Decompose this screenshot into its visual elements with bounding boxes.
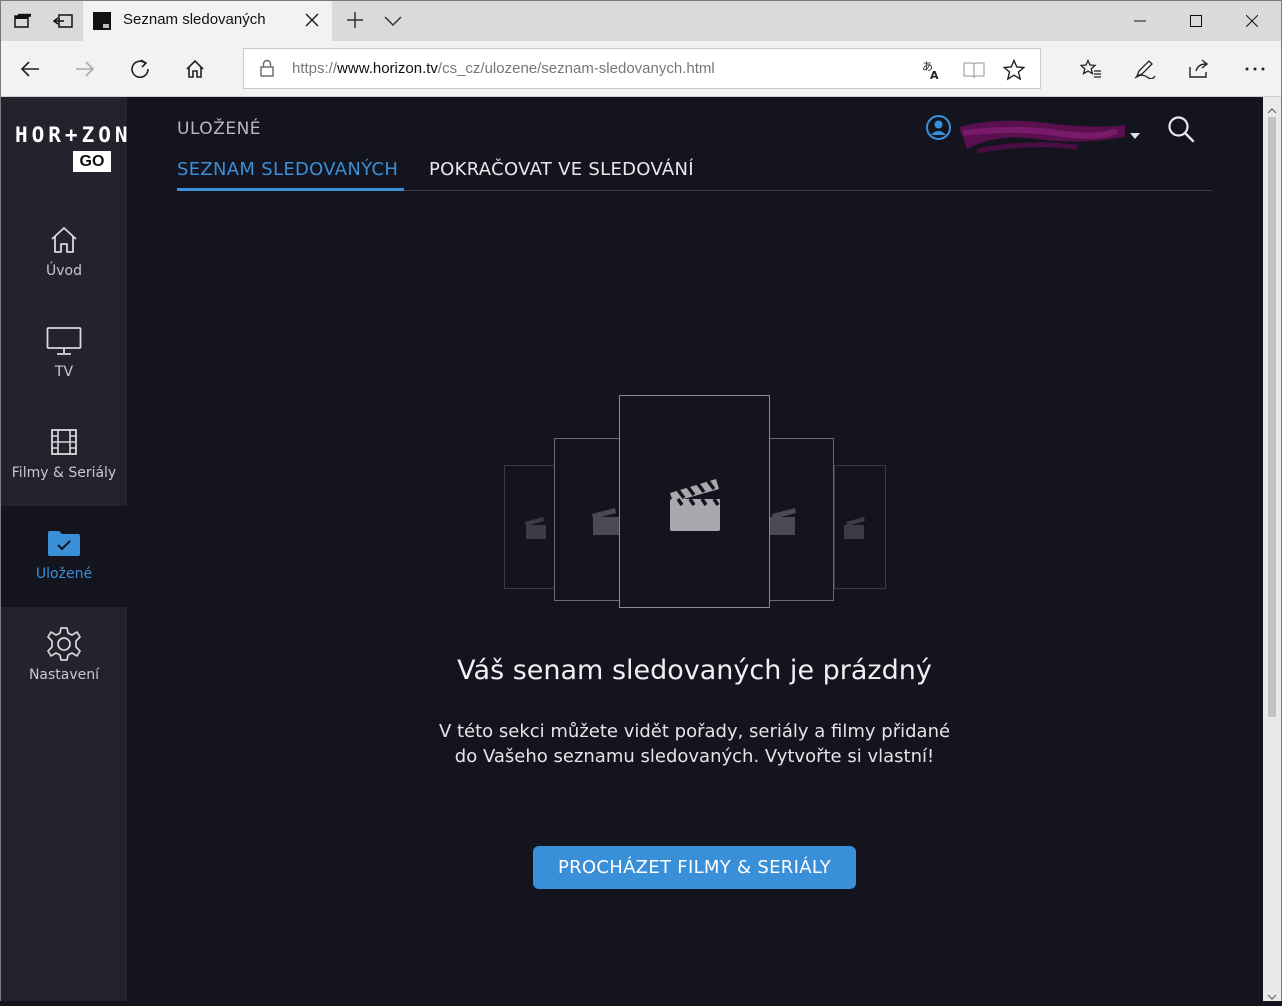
chevron-down-icon[interactable] — [384, 10, 406, 32]
film-icon — [46, 425, 82, 459]
set-aside-tabs-icon[interactable] — [53, 11, 73, 31]
sidebar-item-label: Úvod — [46, 263, 82, 279]
url-prefix: https:// — [292, 60, 338, 77]
navigation-bar: https://www.horizon.tv/cs_cz/ulozene/sez… — [1, 41, 1281, 97]
tab-title: Seznam sledovaných — [123, 11, 266, 28]
favicon-icon — [93, 12, 111, 30]
back-icon[interactable] — [16, 55, 44, 83]
sidebar-item-home[interactable]: Úvod — [1, 203, 127, 304]
tv-icon — [46, 324, 82, 358]
browser-tab[interactable]: Seznam sledovaných — [83, 1, 332, 41]
clapperboard-icon — [669, 478, 720, 531]
page-content: HOR+ZON GO Úvod TV Filmy & Seriály Ulože… — [1, 97, 1263, 1001]
close-window-icon[interactable] — [1229, 1, 1275, 41]
pen-icon[interactable] — [1131, 55, 1159, 83]
favorite-star-icon[interactable] — [1002, 58, 1026, 82]
user-name-redacted[interactable] — [957, 111, 1127, 159]
sidebar-item-label: TV — [54, 364, 74, 380]
sidebar-item-saved[interactable]: Uložené — [1, 506, 127, 607]
section-title: ULOŽENÉ — [177, 119, 262, 139]
search-icon[interactable] — [1166, 114, 1196, 144]
folder-check-icon — [46, 526, 82, 560]
sidebar-item-tv[interactable]: TV — [1, 304, 127, 405]
sidebar: HOR+ZON GO Úvod TV Filmy & Seriály Ulože… — [1, 97, 128, 1001]
home-browser-icon[interactable] — [181, 55, 209, 83]
sidebar-item-films[interactable]: Filmy & Seriály — [1, 405, 127, 506]
vertical-scrollbar[interactable] — [1263, 97, 1281, 1001]
caret-down-icon[interactable] — [1130, 124, 1140, 139]
scrollbar-thumb[interactable] — [1268, 117, 1276, 717]
svg-text:A: A — [930, 69, 939, 81]
active-tab-indicator — [177, 188, 404, 191]
horizon-go-logo[interactable]: HOR+ZON GO — [15, 123, 128, 175]
minimize-icon[interactable] — [1117, 1, 1163, 41]
browser-window: Seznam sledovaných https://www.horizon.t… — [0, 0, 1282, 1001]
lock-icon[interactable] — [260, 59, 278, 79]
maximize-icon[interactable] — [1173, 1, 1219, 41]
new-tab-icon[interactable] — [343, 7, 367, 33]
close-tab-icon[interactable] — [302, 9, 322, 31]
forward-icon[interactable] — [71, 55, 99, 83]
poster-placeholder — [554, 438, 620, 601]
address-url[interactable]: https://www.horizon.tv/cs_cz/ulozene/sez… — [292, 60, 715, 77]
share-icon[interactable] — [1185, 55, 1213, 83]
logo-badge: GO — [73, 151, 111, 172]
sidebar-item-label: Filmy & Seriály — [11, 465, 117, 481]
poster-placeholder-main — [619, 395, 770, 608]
tab-actions-icon[interactable] — [13, 11, 33, 31]
browse-films-button[interactable]: PROCHÁZET FILMY & SERIÁLY — [533, 846, 856, 889]
refresh-icon[interactable] — [126, 55, 154, 83]
poster-placeholder — [834, 465, 886, 589]
favorites-icon[interactable] — [1077, 55, 1105, 83]
url-path: /cs_cz/ulozene/seznam-sledovanych.html — [437, 60, 715, 77]
empty-watchlist-illustration — [501, 395, 889, 611]
reading-view-icon[interactable] — [962, 58, 986, 82]
poster-placeholder — [504, 465, 556, 589]
home-icon — [46, 223, 82, 257]
scroll-down-icon[interactable] — [1267, 987, 1277, 1000]
translate-icon[interactable]: あA — [920, 58, 944, 82]
tab-watchlist[interactable]: SEZNAM SLEDOVANÝCH — [177, 159, 398, 180]
url-domain: www.horizon.tv — [337, 60, 438, 77]
empty-state-title: Váš senam sledovaných je prázdný — [457, 655, 932, 686]
empty-state-description: V této sekci můžete vidět pořady, seriál… — [438, 721, 951, 767]
logo-text: HOR+ZON — [15, 123, 132, 147]
user-avatar-icon[interactable] — [926, 115, 951, 140]
address-bar[interactable]: https://www.horizon.tv/cs_cz/ulozene/sez… — [243, 48, 1041, 89]
sidebar-item-label: Uložené — [35, 566, 93, 582]
title-bar: Seznam sledovaných — [1, 1, 1281, 41]
poster-placeholder — [768, 438, 834, 601]
more-options-icon[interactable] — [1241, 55, 1269, 83]
scroll-up-icon[interactable] — [1267, 101, 1277, 114]
tab-continue-watching[interactable]: POKRAČOVAT VE SLEDOVÁNÍ — [429, 159, 694, 180]
